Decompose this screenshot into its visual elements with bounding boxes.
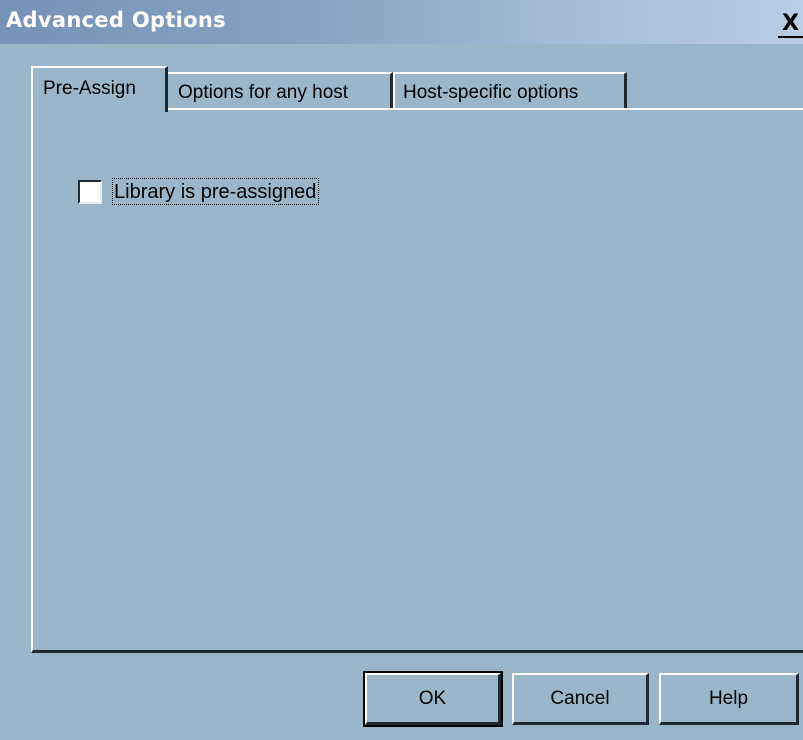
tab-pre-assign[interactable]: Pre-Assign xyxy=(31,66,168,112)
pre-assigned-checkbox[interactable] xyxy=(78,180,102,204)
ok-button[interactable]: OK xyxy=(363,671,503,727)
help-button[interactable]: Help xyxy=(659,673,799,725)
close-icon[interactable]: X xyxy=(778,11,803,38)
cancel-button[interactable]: Cancel xyxy=(512,673,649,725)
title-bar[interactable]: Advanced Options X xyxy=(0,0,803,44)
tab-panel-pre-assign: Library is pre-assigned xyxy=(31,108,803,653)
tab-options-for-any-host[interactable]: Options for any host xyxy=(168,72,393,110)
pre-assigned-checkbox-label[interactable]: Library is pre-assigned xyxy=(112,178,320,205)
tab-host-specific-options[interactable]: Host-specific options xyxy=(393,72,627,110)
window-title: Advanced Options xyxy=(6,8,226,32)
advanced-options-dialog: Advanced Options X Pre-Assign Options fo… xyxy=(0,0,803,740)
